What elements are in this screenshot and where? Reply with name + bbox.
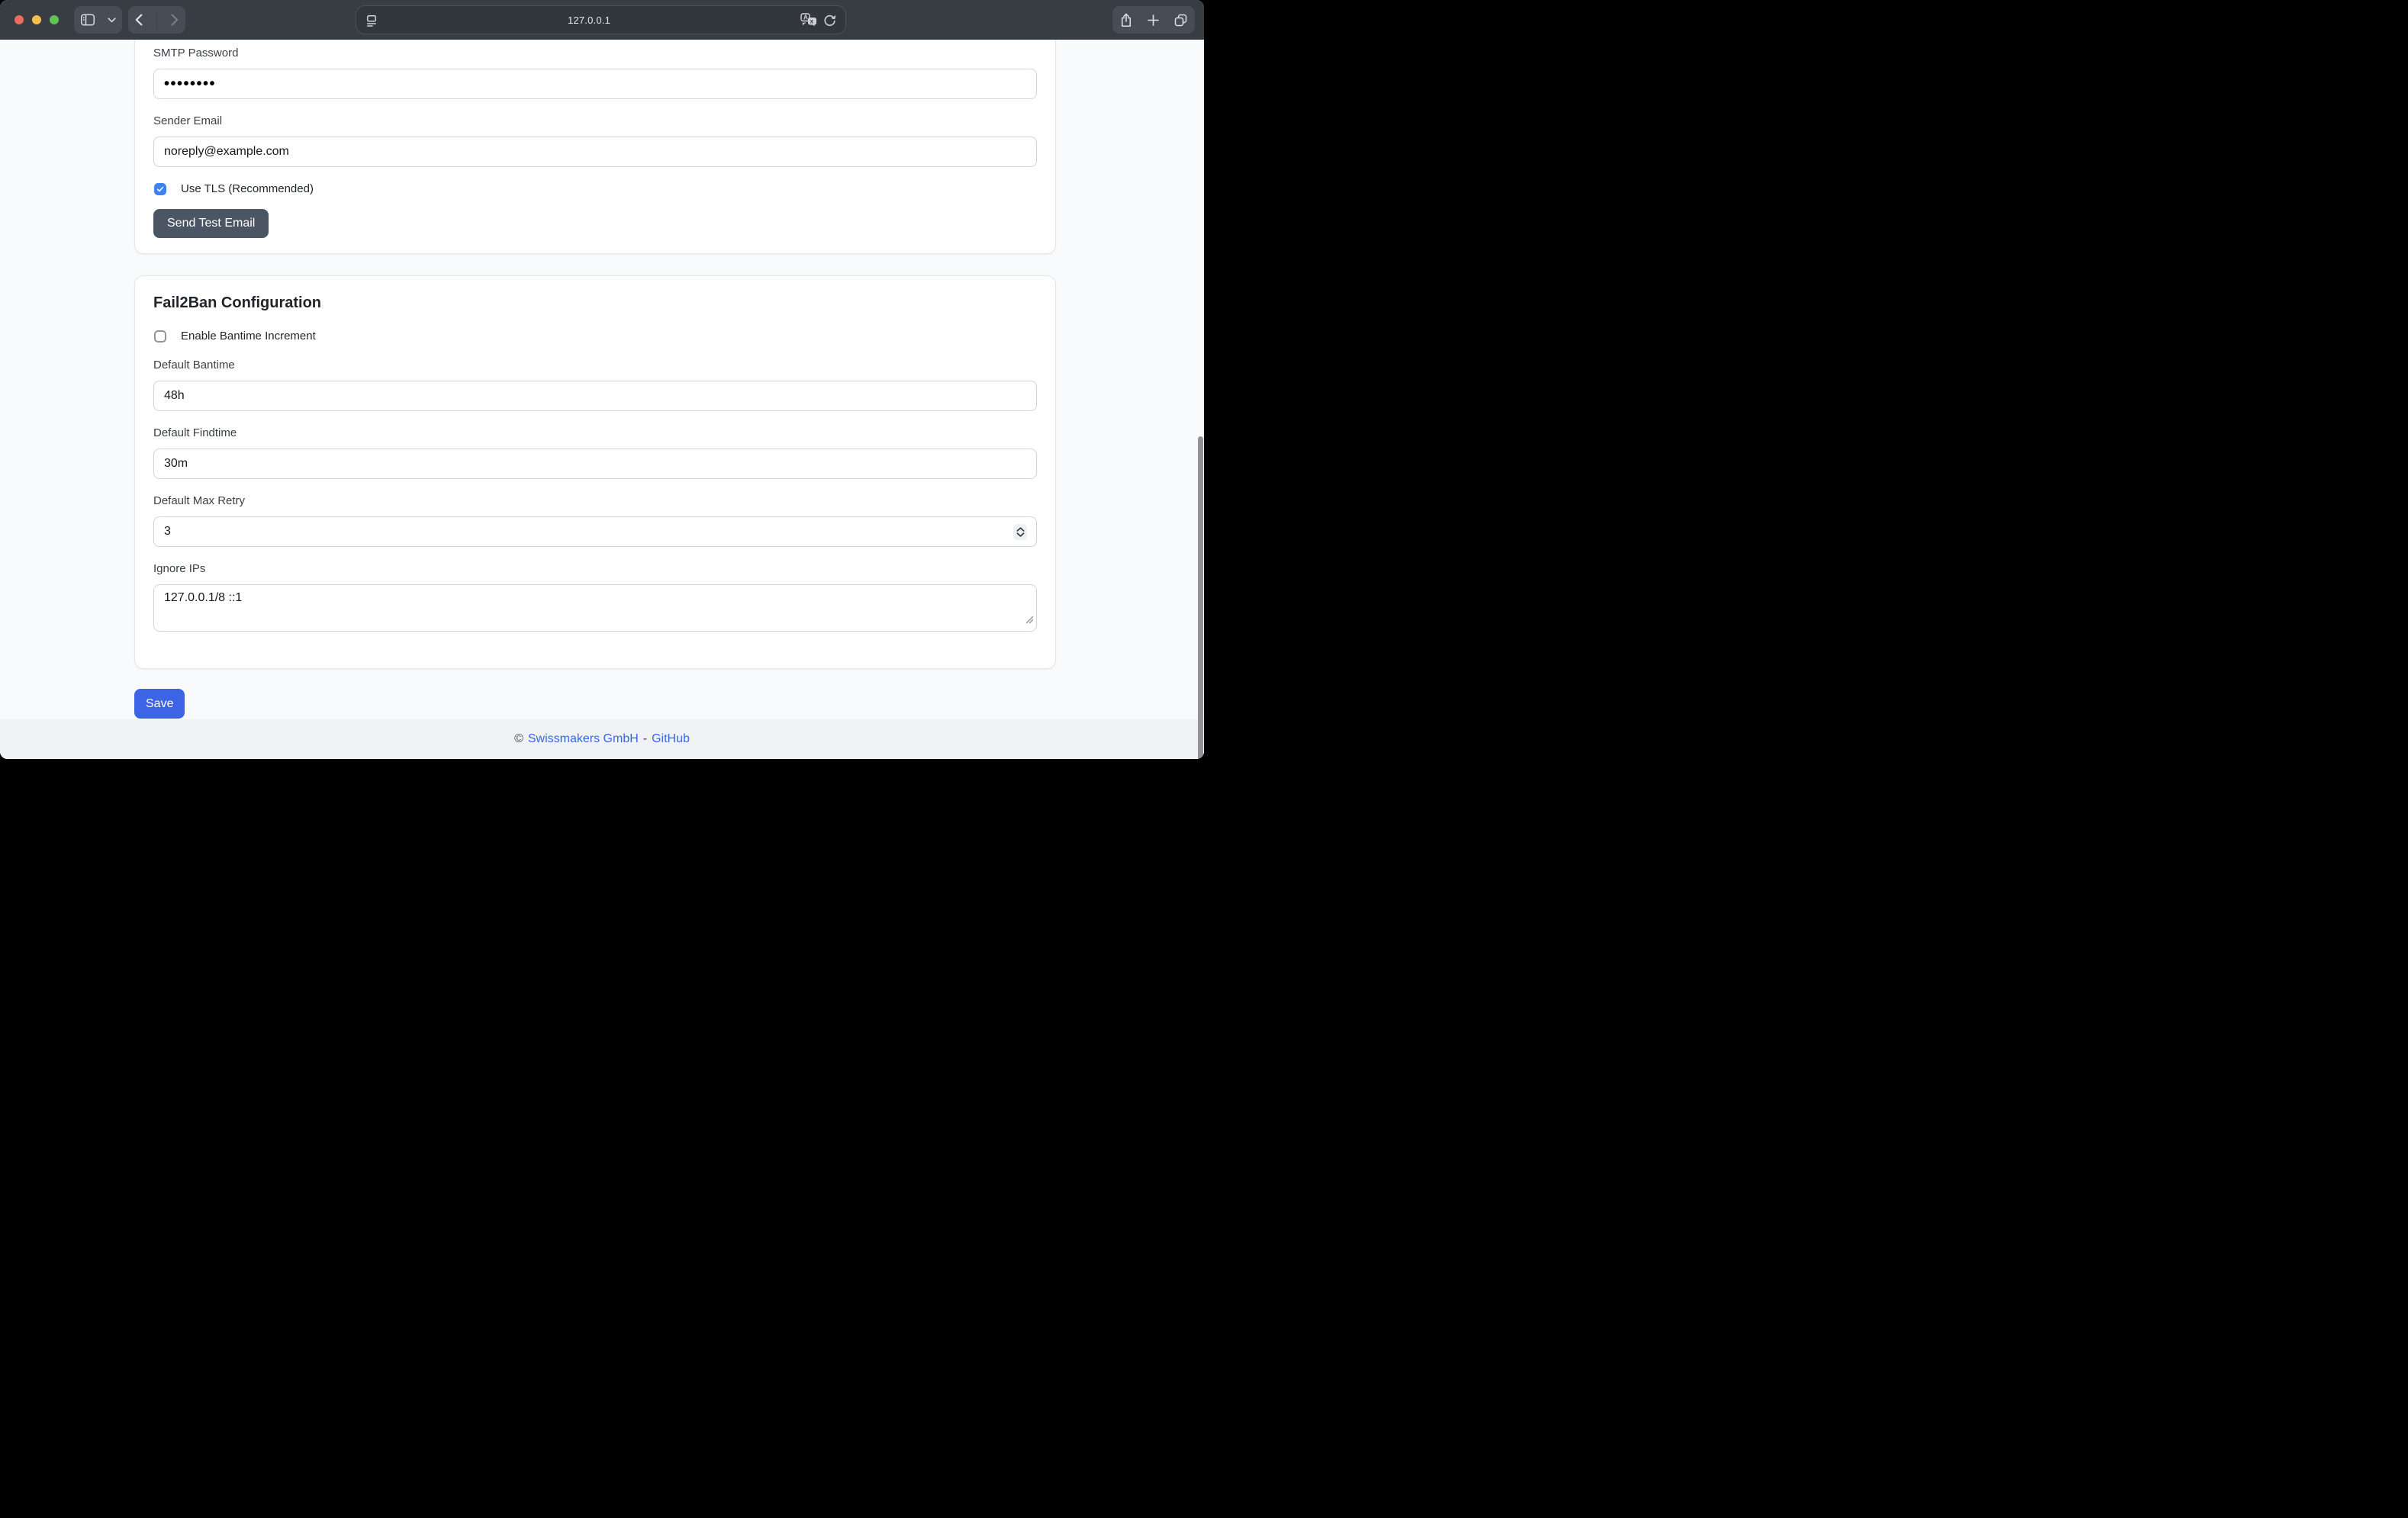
enable-bantime-increment-checkbox[interactable] <box>154 330 166 343</box>
nav-button-group <box>128 6 185 34</box>
svg-text:x: x <box>810 18 814 25</box>
page-footer: © Swissmakers GmbH - GitHub <box>0 719 1204 759</box>
new-tab-icon[interactable] <box>1148 14 1159 26</box>
ignore-ips-label: Ignore IPs <box>153 562 1037 575</box>
minimize-window-button[interactable] <box>32 15 41 24</box>
default-findtime-input[interactable] <box>153 449 1037 479</box>
fail2ban-settings-card: Fail2Ban Configuration Enable Bantime In… <box>134 275 1056 669</box>
company-link[interactable]: Swissmakers GmbH <box>528 732 639 746</box>
translate-icon[interactable]: A x <box>800 13 817 27</box>
sender-email-input[interactable] <box>153 137 1037 167</box>
default-max-retry-input[interactable] <box>153 516 1037 547</box>
address-bar[interactable]: 127.0.0.1 A x <box>356 5 846 34</box>
send-test-email-button[interactable]: Send Test Email <box>153 209 269 238</box>
footer-separator: - <box>643 732 647 746</box>
number-stepper[interactable] <box>1013 524 1027 540</box>
save-button[interactable]: Save <box>134 689 185 719</box>
default-max-retry-label: Default Max Retry <box>153 494 1037 507</box>
smtp-settings-card: SMTP Password Sender Email Use TLS (Reco… <box>134 40 1056 254</box>
sender-email-label: Sender Email <box>153 114 1037 127</box>
enable-bantime-increment-label: Enable Bantime Increment <box>181 330 316 343</box>
web-page: SMTP Password Sender Email Use TLS (Reco… <box>0 40 1204 759</box>
tab-overview-icon[interactable] <box>1174 14 1187 27</box>
github-link[interactable]: GitHub <box>652 732 690 746</box>
window-action-group <box>1112 6 1195 34</box>
back-button[interactable] <box>135 14 143 26</box>
smtp-password-label: SMTP Password <box>153 47 1037 59</box>
check-icon <box>156 185 165 194</box>
fail2ban-section-title: Fail2Ban Configuration <box>153 294 1037 311</box>
nav-separator <box>156 11 157 28</box>
use-tls-label: Use TLS (Recommended) <box>181 182 314 195</box>
stepper-down-icon[interactable] <box>1016 532 1025 537</box>
browser-window: 127.0.0.1 A x <box>0 0 1204 759</box>
default-findtime-label: Default Findtime <box>153 426 1037 439</box>
use-tls-checkbox[interactable] <box>154 183 166 195</box>
page-settings-icon[interactable] <box>365 14 378 27</box>
default-bantime-label: Default Bantime <box>153 359 1037 371</box>
sidebar-button-group <box>74 6 122 34</box>
zoom-window-button[interactable] <box>50 15 59 24</box>
url-text[interactable]: 127.0.0.1 <box>378 14 800 26</box>
default-bantime-input[interactable] <box>153 381 1037 411</box>
copyright-symbol: © <box>514 732 523 746</box>
reload-icon[interactable] <box>823 14 836 27</box>
close-window-button[interactable] <box>14 15 24 24</box>
sidebar-toggle-icon[interactable] <box>80 13 95 27</box>
share-icon[interactable] <box>1120 13 1132 27</box>
forward-button[interactable] <box>171 14 179 26</box>
ignore-ips-textarea[interactable]: 127.0.0.1/8 ::1 <box>153 584 1037 632</box>
chevron-down-icon[interactable] <box>108 18 116 23</box>
svg-text:A: A <box>803 14 808 21</box>
smtp-password-input[interactable] <box>153 69 1037 99</box>
stepper-up-icon[interactable] <box>1016 527 1025 532</box>
vertical-scrollbar-thumb[interactable] <box>1198 436 1203 759</box>
browser-toolbar: 127.0.0.1 A x <box>0 0 1204 40</box>
resize-handle-icon[interactable] <box>1025 614 1034 628</box>
